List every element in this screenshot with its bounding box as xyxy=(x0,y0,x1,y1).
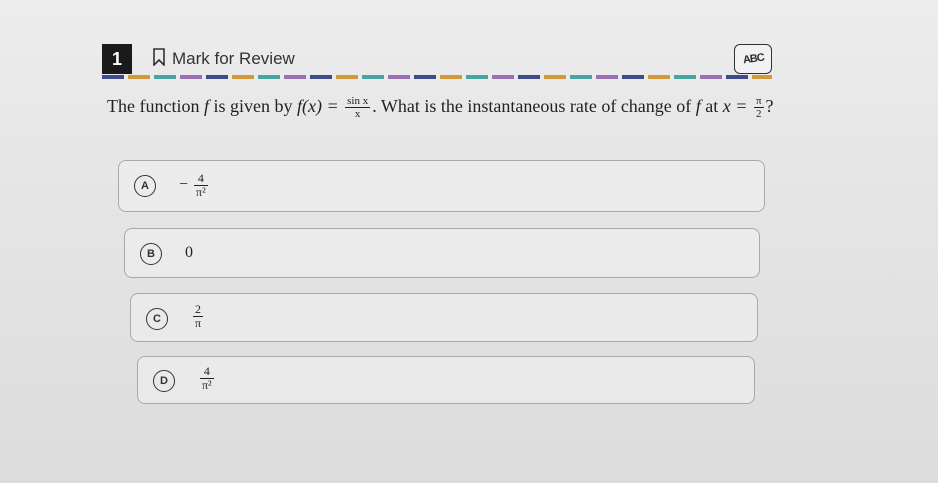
question-function: f(x) = xyxy=(297,96,339,116)
question-segment: is given by xyxy=(209,96,297,116)
question-header: 1 Mark for Review ABC xyxy=(102,44,772,74)
answer-choice-c[interactable]: C 2π xyxy=(130,293,758,342)
mark-for-review-button[interactable]: Mark for Review xyxy=(152,47,295,71)
choice-letter-b: B xyxy=(140,243,162,265)
question-fraction: sin xx xyxy=(345,95,371,121)
fraction-numerator: 4 xyxy=(200,365,214,379)
question-segment: ? xyxy=(765,96,774,116)
question-number: 1 xyxy=(102,44,132,74)
bookmark-icon xyxy=(152,47,166,71)
header-divider xyxy=(102,75,772,79)
abc-strikethrough-button[interactable]: ABC xyxy=(734,44,772,74)
abc-strikethrough-icon: ABC xyxy=(741,51,765,67)
question-segment: The function xyxy=(107,96,204,116)
choice-a-value: − 4 π² xyxy=(179,172,210,199)
choice-d-value: 4 π² xyxy=(198,365,216,392)
choice-c-value: 2π xyxy=(191,303,205,330)
question-fraction: π2 xyxy=(753,95,764,121)
choice-letter-d: D xyxy=(153,370,175,392)
question-var: x = xyxy=(722,96,748,116)
question-segment: . What is the instantaneous rate of chan… xyxy=(372,96,696,116)
choice-letter-c: C xyxy=(146,308,168,330)
choice-fraction: 2π xyxy=(193,303,204,330)
fraction-denominator: x xyxy=(354,108,361,121)
answer-choice-a[interactable]: A − 4 π² xyxy=(118,160,765,212)
choice-sign: − xyxy=(179,176,189,194)
choice-letter-a: A xyxy=(134,175,156,197)
choice-fraction: 4 π² xyxy=(200,365,214,392)
question-text: The function f is given by f(x) = sin xx… xyxy=(107,92,777,120)
fraction-numerator: 2 xyxy=(193,303,204,317)
choice-fraction: 4 π² xyxy=(194,172,208,199)
fraction-denominator: 2 xyxy=(755,108,762,121)
fraction-numerator: sin x xyxy=(345,95,371,109)
mark-for-review-label: Mark for Review xyxy=(172,49,295,68)
fraction-denominator: π² xyxy=(196,185,206,199)
question-segment: at xyxy=(700,96,723,116)
choice-b-value: 0 xyxy=(185,244,193,261)
fraction-numerator: 4 xyxy=(194,172,208,186)
fraction-numerator: π xyxy=(753,95,764,109)
fraction-denominator: π xyxy=(195,316,202,330)
fraction-denominator: π² xyxy=(202,378,212,392)
answer-choice-d[interactable]: D 4 π² xyxy=(137,356,755,404)
answer-choice-b[interactable]: B 0 xyxy=(124,228,760,278)
